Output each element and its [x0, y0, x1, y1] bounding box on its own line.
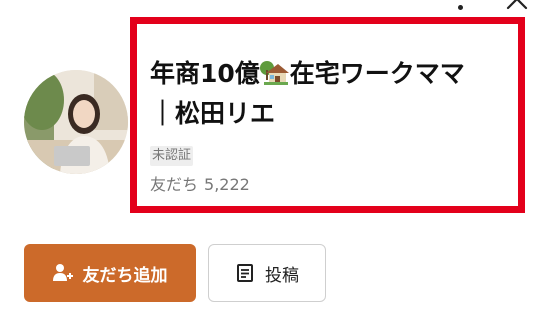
- add-friend-button[interactable]: 友だち追加: [24, 244, 196, 302]
- friends-label: 友だち: [150, 175, 199, 194]
- more-dot: [457, 5, 463, 10]
- house-icon: [259, 61, 289, 85]
- friends-count-line: 友だち 5,222: [150, 173, 250, 197]
- document-icon: [237, 264, 253, 282]
- avatar[interactable]: [24, 70, 128, 174]
- name-line-1: 年商10億 在宅ワークママ: [150, 54, 520, 94]
- posts-label: 投稿: [265, 265, 299, 286]
- avatar-photo: [24, 70, 128, 174]
- profile-page: 年商10億 在宅ワークママ ｜松田リエ 未認証 友だち 5,222 友だち追加: [0, 0, 554, 330]
- friends-count: 5,222: [204, 175, 250, 194]
- name-line-2: ｜松田リエ: [150, 99, 276, 128]
- close-icon[interactable]: [504, 0, 530, 12]
- add-user-icon: [52, 264, 73, 281]
- name-part-2: 在宅ワークママ: [289, 59, 465, 88]
- posts-button[interactable]: 投稿: [208, 244, 326, 302]
- verification-badge: 未認証: [150, 146, 194, 166]
- add-friend-label: 友だち追加: [82, 265, 168, 286]
- name-part-1: 年商10億: [150, 59, 260, 88]
- more-vertical-icon[interactable]: [448, 0, 472, 10]
- profile-name: 年商10億 在宅ワークママ ｜松田リエ: [150, 54, 520, 134]
